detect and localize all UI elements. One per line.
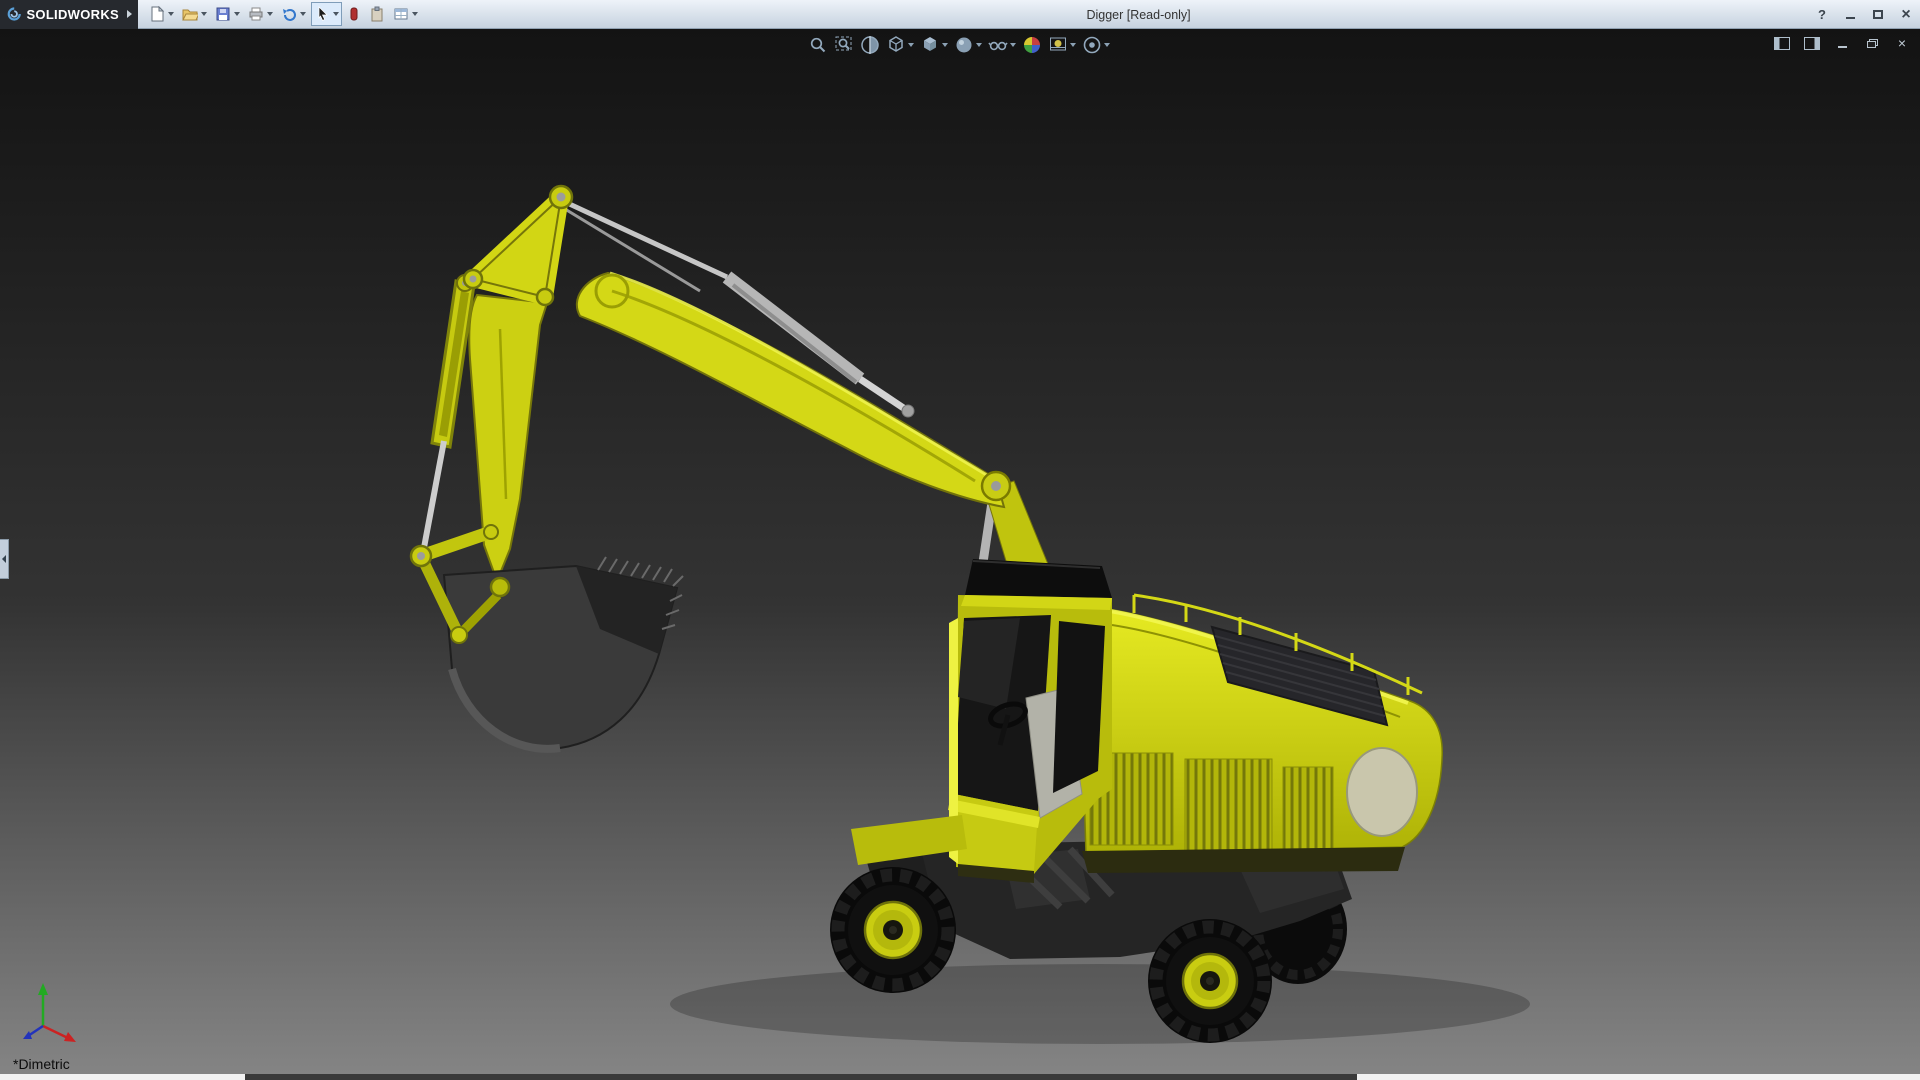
open-folder-icon bbox=[182, 6, 198, 22]
view-orientation-icon bbox=[920, 35, 940, 55]
menu-expand-arrow-icon bbox=[127, 10, 132, 18]
edit-color-icon bbox=[347, 6, 361, 22]
clipboard-icon bbox=[369, 6, 385, 22]
apply-scene-icon bbox=[1048, 35, 1068, 55]
save-button[interactable] bbox=[212, 2, 243, 26]
new-document-button[interactable] bbox=[146, 2, 177, 26]
rear-wheel[interactable] bbox=[1148, 919, 1272, 1043]
help-button[interactable]: ? bbox=[1812, 5, 1832, 25]
view-orientation-button[interactable] bbox=[918, 33, 950, 57]
app-name: SOLIDWORKS bbox=[26, 7, 119, 22]
orientation-triad[interactable] bbox=[23, 983, 76, 1042]
doc-close-button[interactable]: × bbox=[1892, 33, 1912, 53]
dropdown-arrow[interactable] bbox=[168, 12, 174, 16]
view-selector-button[interactable] bbox=[884, 33, 916, 57]
dropdown-arrow[interactable] bbox=[1010, 43, 1016, 47]
section-view-button[interactable] bbox=[858, 33, 882, 57]
status-bar bbox=[0, 1074, 1920, 1080]
zoom-to-area-button[interactable] bbox=[832, 33, 856, 57]
display-style-button[interactable] bbox=[952, 33, 984, 57]
dropdown-arrow[interactable] bbox=[412, 12, 418, 16]
dropdown-arrow[interactable] bbox=[1070, 43, 1076, 47]
title-bar: SOLIDWORKS bbox=[0, 0, 1920, 29]
featuremanager-flyout-tab[interactable] bbox=[0, 539, 9, 579]
solidworks-window: SOLIDWORKS bbox=[0, 0, 1920, 1080]
zoom-to-fit-button[interactable] bbox=[806, 33, 830, 57]
dropdown-arrow[interactable] bbox=[333, 12, 339, 16]
select-tool-button[interactable] bbox=[311, 2, 342, 26]
ground-shadow bbox=[670, 964, 1530, 1044]
view-settings-icon bbox=[1082, 35, 1102, 55]
end-panel bbox=[1347, 748, 1417, 836]
minimize-button[interactable] bbox=[1840, 5, 1860, 25]
edit-appearance-button[interactable] bbox=[1020, 33, 1044, 57]
section-view-icon bbox=[860, 35, 880, 55]
view-selector-icon bbox=[886, 35, 906, 55]
apply-scene-button[interactable] bbox=[1046, 33, 1078, 57]
view-settings-button[interactable] bbox=[1080, 33, 1112, 57]
undo-button[interactable] bbox=[278, 2, 309, 26]
select-cursor-icon bbox=[314, 6, 330, 22]
display-style-icon bbox=[954, 35, 974, 55]
window-controls: ? × bbox=[1812, 0, 1916, 29]
feature-pane-icon bbox=[1774, 37, 1790, 50]
minimize-icon bbox=[1846, 17, 1855, 19]
front-wheel[interactable] bbox=[830, 867, 956, 993]
hide-show-items-button[interactable] bbox=[986, 33, 1018, 57]
side-vent bbox=[1283, 767, 1333, 857]
view-orientation-label: *Dimetric bbox=[13, 1056, 70, 1072]
restore-icon bbox=[1867, 39, 1878, 48]
dropdown-arrow[interactable] bbox=[201, 12, 207, 16]
heads-up-view-toolbar bbox=[806, 33, 1112, 57]
boom-arm[interactable] bbox=[577, 273, 1010, 507]
minimize-icon bbox=[1838, 46, 1847, 48]
document-title: Digger [Read-only] bbox=[1086, 0, 1190, 29]
zoom-to-fit-icon bbox=[808, 35, 828, 55]
feature-pane-toggle-button[interactable] bbox=[1772, 33, 1792, 53]
close-button[interactable]: × bbox=[1896, 5, 1916, 25]
display-pane-icon bbox=[1804, 37, 1820, 50]
bell-crank[interactable] bbox=[464, 186, 572, 305]
dropdown-arrow[interactable] bbox=[908, 43, 914, 47]
dropdown-arrow[interactable] bbox=[942, 43, 948, 47]
bucket[interactable] bbox=[444, 557, 683, 749]
save-icon bbox=[215, 6, 231, 22]
print-button[interactable] bbox=[245, 2, 276, 26]
edit-appearance-icon bbox=[1022, 35, 1042, 55]
status-bar-segment bbox=[245, 1074, 1357, 1080]
side-vent bbox=[1185, 759, 1272, 855]
clipboard-button[interactable] bbox=[366, 2, 388, 26]
design-table-button[interactable] bbox=[390, 2, 421, 26]
undo-icon bbox=[281, 6, 297, 22]
maximize-icon bbox=[1873, 10, 1883, 19]
engine-housing[interactable] bbox=[1082, 595, 1442, 873]
dropdown-arrow[interactable] bbox=[976, 43, 982, 47]
ds-logo-icon bbox=[6, 6, 22, 22]
dropdown-arrow[interactable] bbox=[300, 12, 306, 16]
open-button[interactable] bbox=[179, 2, 210, 26]
doc-restore-button[interactable] bbox=[1862, 33, 1882, 53]
dropdown-arrow[interactable] bbox=[1104, 43, 1110, 47]
chevron-left-icon bbox=[2, 555, 6, 563]
hide-show-items-icon bbox=[988, 35, 1008, 55]
doc-minimize-button[interactable] bbox=[1832, 33, 1852, 53]
excavator-model[interactable] bbox=[0, 29, 1920, 1074]
display-pane-toggle-button[interactable] bbox=[1802, 33, 1822, 53]
dropdown-arrow[interactable] bbox=[267, 12, 273, 16]
graphics-area[interactable]: × *Dimetric bbox=[0, 29, 1920, 1074]
maximize-button[interactable] bbox=[1868, 5, 1888, 25]
app-menu-logo[interactable]: SOLIDWORKS bbox=[0, 0, 138, 29]
edit-color-button[interactable] bbox=[344, 2, 364, 26]
zoom-to-area-icon bbox=[834, 35, 854, 55]
document-window-controls: × bbox=[1772, 33, 1912, 53]
design-table-icon bbox=[393, 6, 409, 22]
dropdown-arrow[interactable] bbox=[234, 12, 240, 16]
new-document-icon bbox=[149, 6, 165, 22]
print-icon bbox=[248, 6, 264, 22]
main-toolbar bbox=[146, 2, 421, 26]
